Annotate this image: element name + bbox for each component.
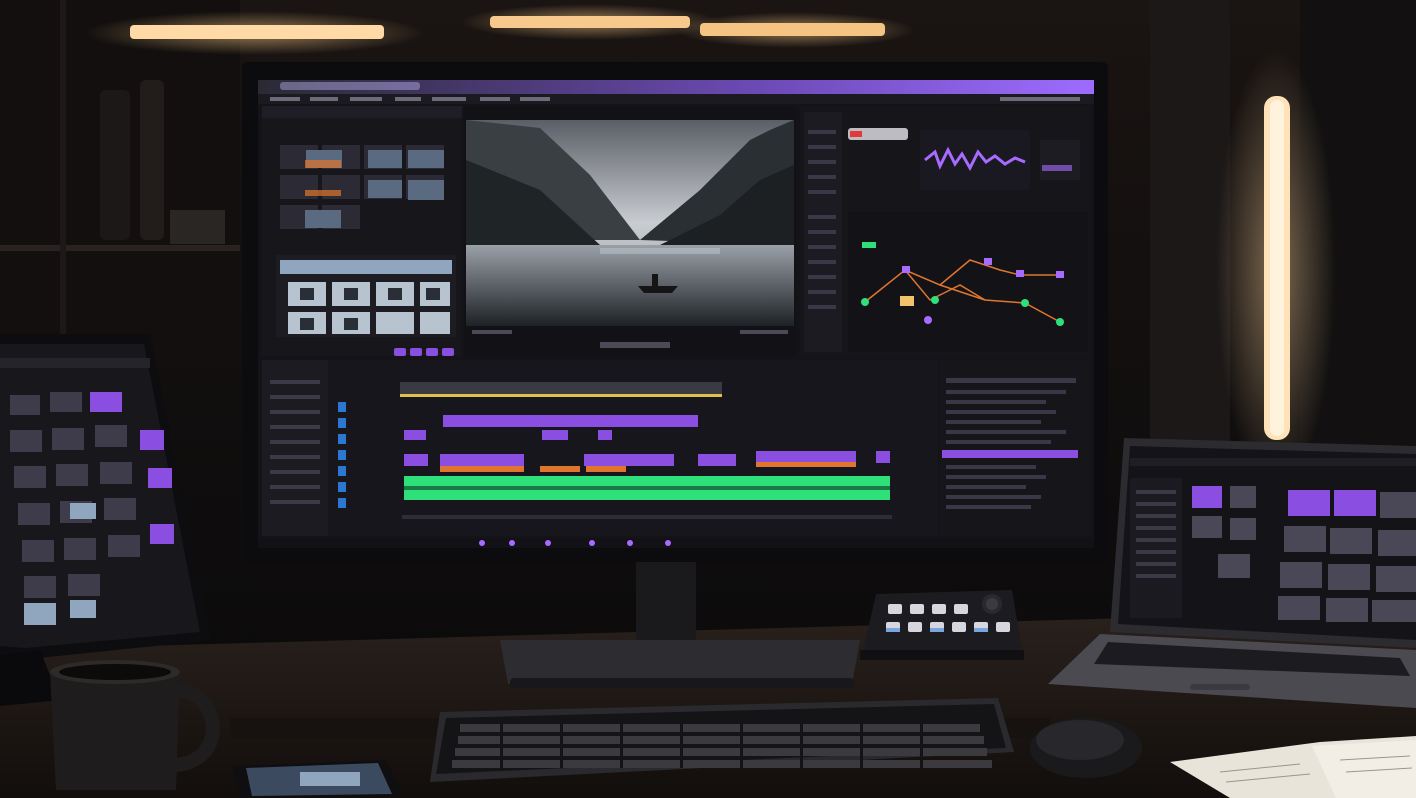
mouse-icon <box>1030 718 1142 778</box>
stream-deck-icon <box>860 590 1024 660</box>
monitor-icon <box>242 62 1108 562</box>
scene-illustration <box>0 0 1416 798</box>
phone-icon <box>232 760 404 798</box>
desk-scene <box>0 0 1416 798</box>
